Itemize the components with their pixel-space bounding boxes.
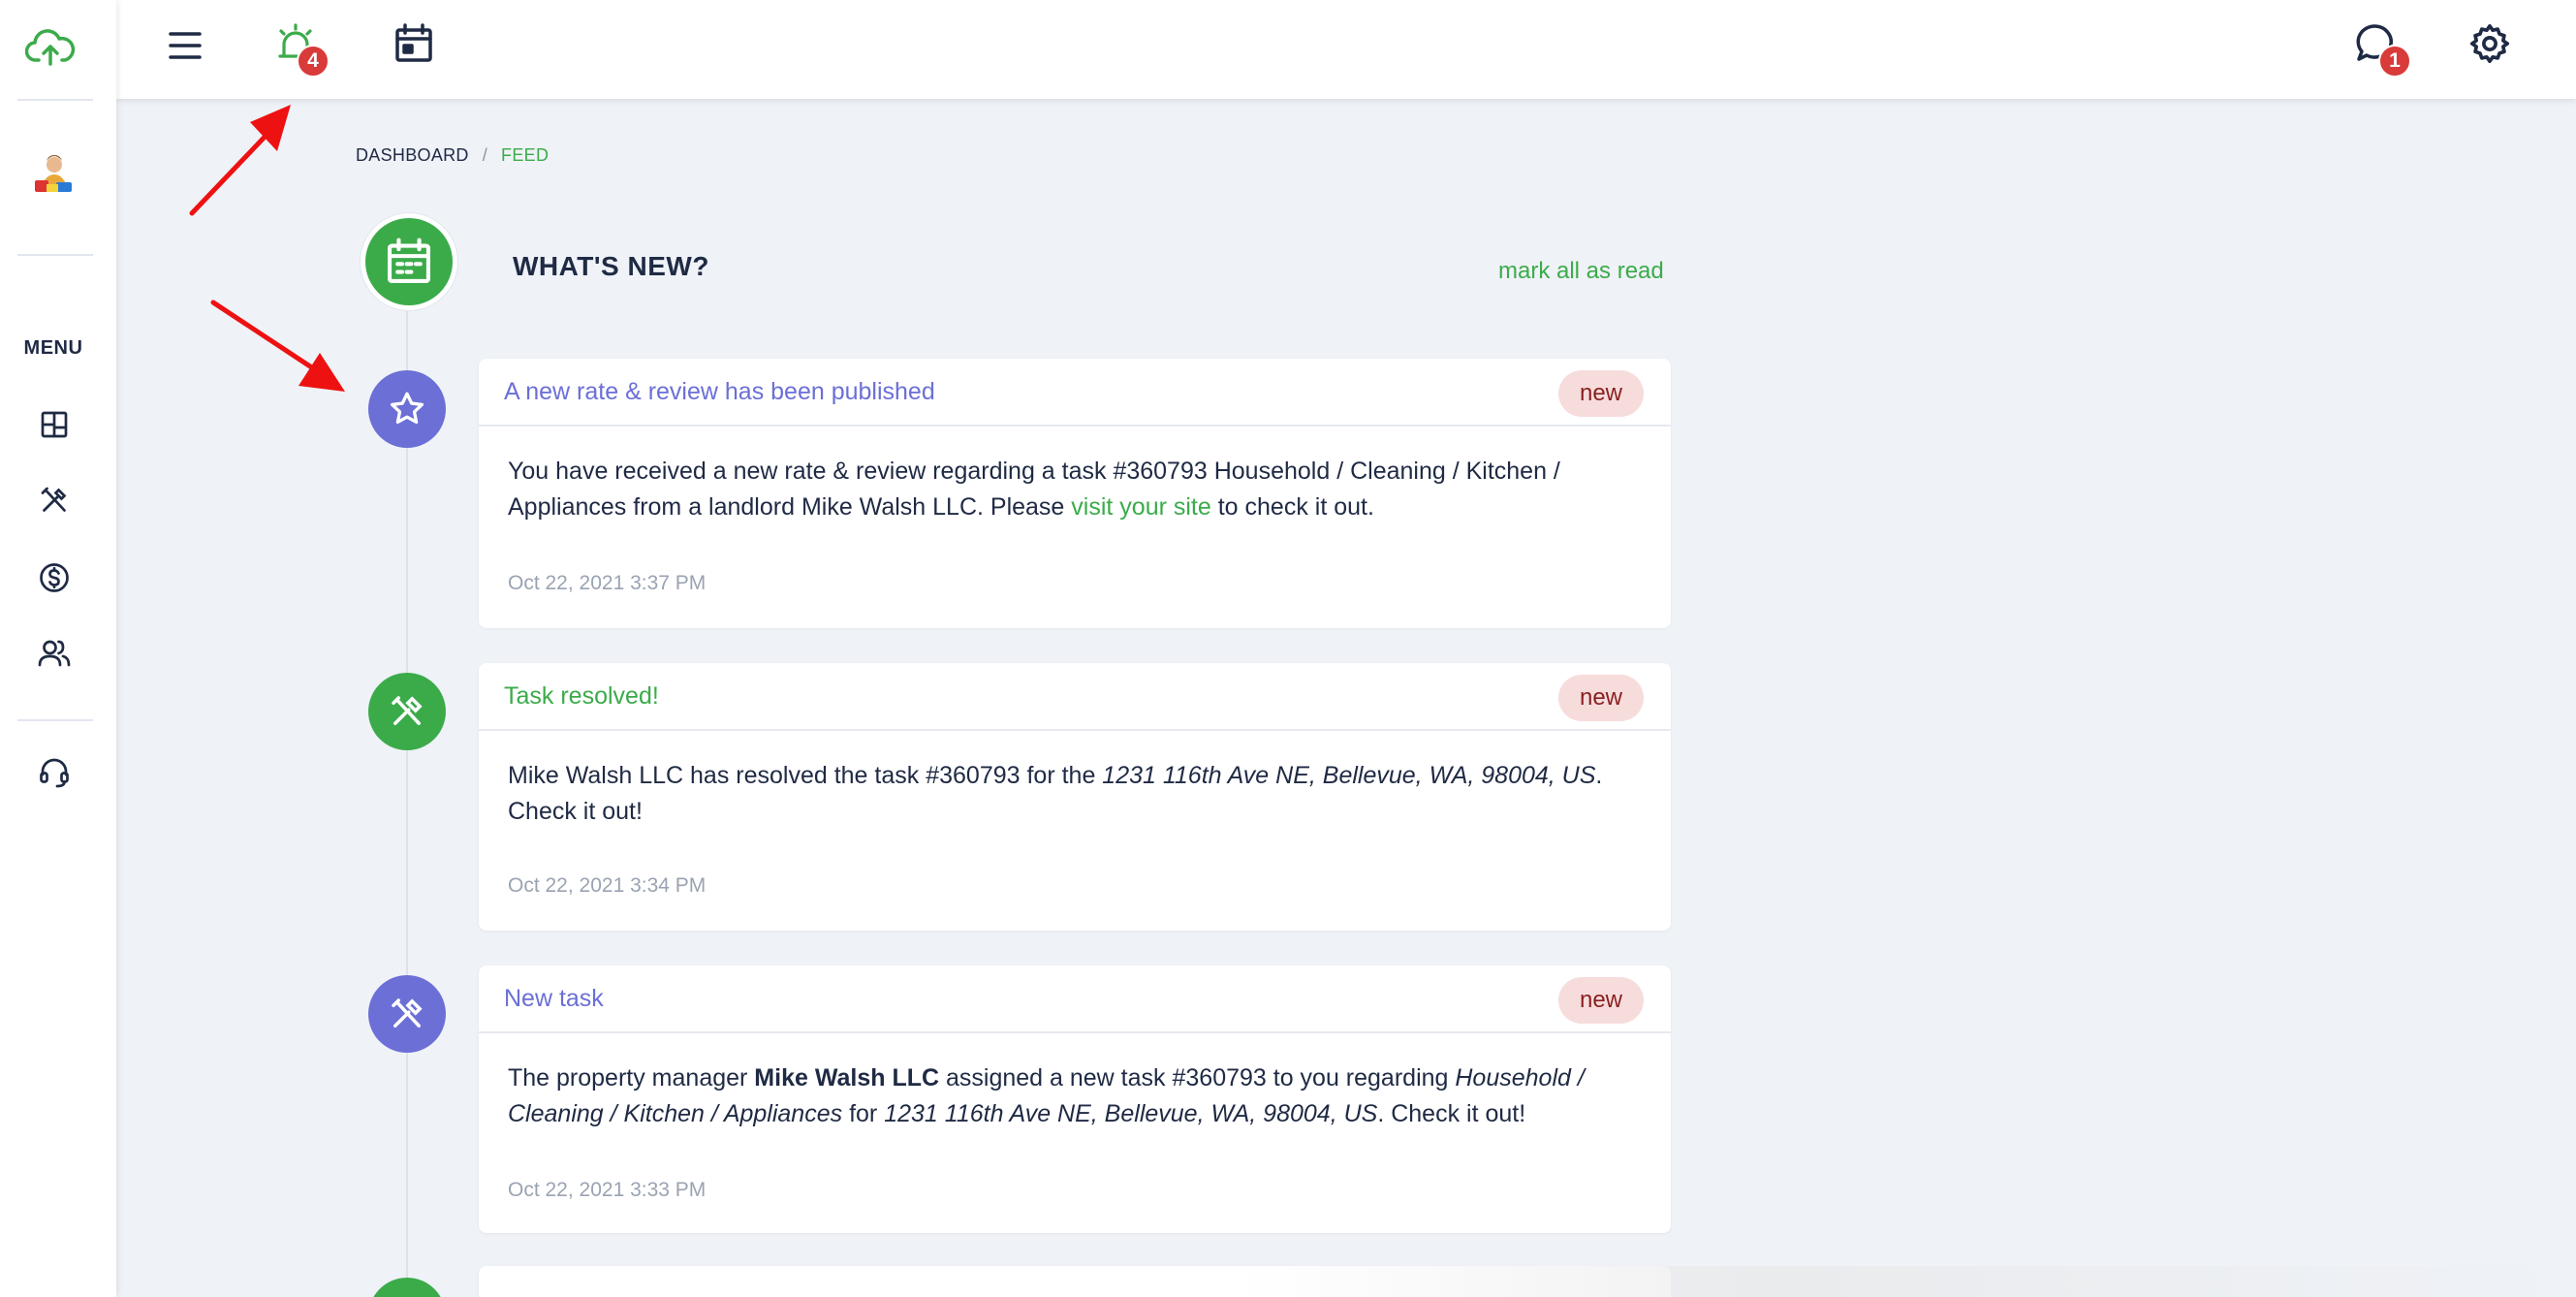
- body-text: assigned a new task #360793 to you regar…: [939, 1064, 1456, 1091]
- sidebar: MENU: [0, 0, 116, 1297]
- alerts-count-badge: 4: [297, 45, 330, 78]
- card-title[interactable]: Task resolved!: [504, 682, 659, 711]
- breadcrumb-dashboard[interactable]: DASHBOARD: [356, 145, 469, 166]
- card-title[interactable]: A new rate & review has been published: [504, 378, 935, 406]
- body-text: to check it out.: [1210, 493, 1374, 521]
- card-header: Task resolved! new: [479, 663, 1671, 731]
- feed-item-icon: [368, 1278, 446, 1297]
- annotation-arrow: [210, 300, 345, 392]
- breadcrumb: DASHBOARD / FEED: [356, 145, 549, 166]
- hamburger-menu-icon[interactable]: [163, 23, 207, 68]
- feed-item-card[interactable]: New task new The property manager Mike W…: [479, 965, 1671, 1233]
- menu-label: MENU: [23, 337, 83, 359]
- breadcrumb-feed: FEED: [501, 145, 550, 165]
- visit-site-link[interactable]: visit your site: [1071, 493, 1210, 521]
- address-text: 1231 116th Ave NE, Bellevue, WA, 98004, …: [884, 1100, 1378, 1127]
- card-title[interactable]: New task: [504, 985, 604, 1013]
- body-text: Mike Walsh LLC has resolved the task #36…: [508, 762, 1103, 789]
- annotation-arrow: [189, 105, 291, 216]
- users-icon[interactable]: [37, 636, 72, 671]
- feed-item-card[interactable]: A new rate & review has been published n…: [479, 359, 1671, 628]
- messages-count-badge: 1: [2378, 45, 2411, 78]
- sidebar-divider: [17, 719, 93, 721]
- topbar: 4 1: [116, 0, 2576, 99]
- calendar-icon: [361, 213, 457, 310]
- manager-name: Mike Walsh LLC: [754, 1064, 940, 1091]
- timestamp: Oct 22, 2021 3:33 PM: [508, 1179, 707, 1201]
- body-text: . Check it out!: [1377, 1100, 1526, 1127]
- dollar-icon[interactable]: [37, 560, 72, 595]
- sidebar-divider: [17, 254, 93, 256]
- card-body: The property manager Mike Walsh LLC assi…: [479, 1033, 1671, 1132]
- new-badge: new: [1557, 370, 1644, 417]
- loading-shadow: [1235, 1266, 2576, 1297]
- new-badge: new: [1557, 977, 1644, 1024]
- timestamp: Oct 22, 2021 3:34 PM: [508, 874, 707, 897]
- feed-item-card[interactable]: Task resolved! new Mike Walsh LLC has re…: [479, 663, 1671, 931]
- headset-icon[interactable]: [37, 754, 72, 789]
- avatar[interactable]: [27, 147, 81, 202]
- timestamp: Oct 22, 2021 3:37 PM: [508, 572, 707, 594]
- card-header: A new rate & review has been published n…: [479, 359, 1671, 427]
- tools-icon: [368, 975, 446, 1053]
- page-title: WHAT'S NEW?: [513, 251, 709, 281]
- sidebar-divider: [17, 99, 93, 101]
- cloud-upload-icon[interactable]: [24, 23, 76, 70]
- card-body: You have received a new rate & review re…: [479, 427, 1671, 525]
- body-text: You have received a new rate & review re…: [508, 458, 1560, 521]
- feed-item-card[interactable]: [479, 1266, 2576, 1297]
- breadcrumb-separator: /: [482, 145, 488, 165]
- mark-all-read-link[interactable]: mark all as read: [1498, 258, 1664, 285]
- star-icon: [368, 370, 446, 448]
- timeline-line: [406, 310, 408, 1297]
- card-body: Mike Walsh LLC has resolved the task #36…: [479, 731, 1671, 830]
- body-text: The property manager: [508, 1064, 755, 1091]
- dashboard-grid-icon[interactable]: [37, 407, 72, 442]
- new-badge: new: [1557, 675, 1644, 721]
- tools-icon[interactable]: [37, 483, 72, 518]
- card-header: New task new: [479, 965, 1671, 1033]
- address-text: 1231 116th Ave NE, Bellevue, WA, 98004, …: [1102, 762, 1596, 789]
- gear-icon[interactable]: [2467, 21, 2512, 66]
- body-text: for: [842, 1100, 885, 1127]
- tools-icon: [368, 673, 446, 750]
- calendar-icon[interactable]: [392, 21, 436, 66]
